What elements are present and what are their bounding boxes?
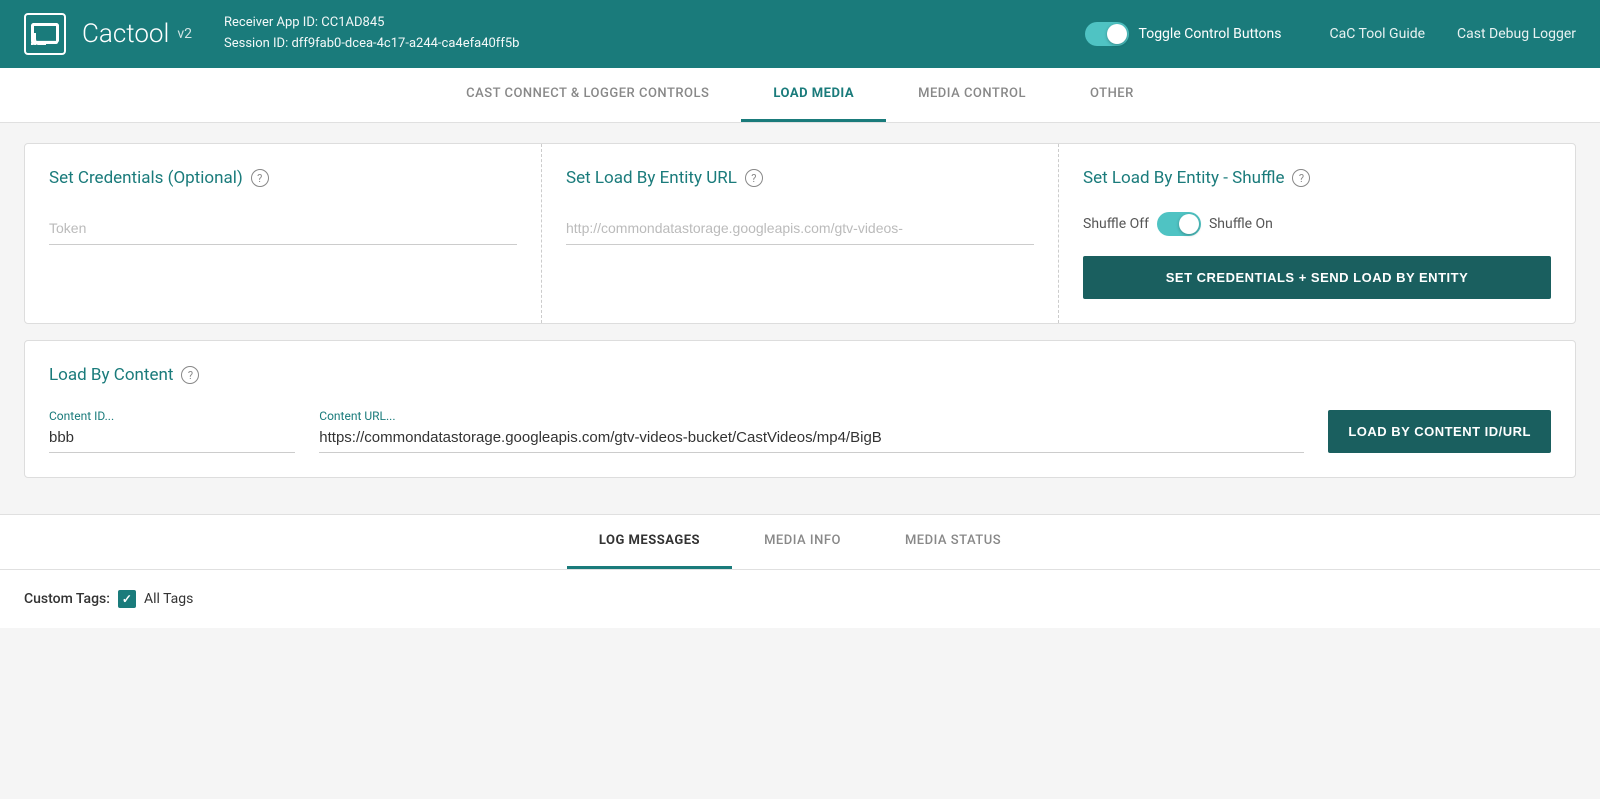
receiver-app-id-line: Receiver App ID: CC1AD845 bbox=[224, 13, 1053, 34]
tab-load-media[interactable]: LOAD MEDIA bbox=[741, 68, 886, 122]
tab-cast-connect[interactable]: CAST CONNECT & LOGGER CONTROLS bbox=[434, 68, 741, 122]
main-tabs: CAST CONNECT & LOGGER CONTROLS LOAD MEDI… bbox=[0, 68, 1600, 123]
shuffle-toggle[interactable] bbox=[1157, 212, 1201, 236]
content-id-label: Content ID... bbox=[49, 409, 295, 423]
set-credentials-send-load-button[interactable]: SET CREDENTIALS + SEND LOAD BY ENTITY bbox=[1083, 256, 1551, 299]
tab-media-info[interactable]: MEDIA INFO bbox=[732, 515, 873, 569]
load-content-help-icon[interactable]: ? bbox=[181, 366, 199, 384]
toggle-control-area: Toggle Control Buttons bbox=[1085, 22, 1282, 46]
token-input[interactable] bbox=[49, 212, 517, 245]
header: Cactool v2 Receiver App ID: CC1AD845 Ses… bbox=[0, 0, 1600, 68]
tab-log-messages[interactable]: LOG MESSAGES bbox=[567, 515, 732, 569]
cac-tool-guide-link[interactable]: CaC Tool Guide bbox=[1330, 26, 1426, 42]
tab-media-status[interactable]: MEDIA STATUS bbox=[873, 515, 1033, 569]
load-content-title-text: Load By Content bbox=[49, 365, 173, 385]
shuffle-off-label: Shuffle Off bbox=[1083, 216, 1149, 232]
all-tags-label: All Tags bbox=[144, 591, 193, 607]
bottom-tabs: LOG MESSAGES MEDIA INFO MEDIA STATUS bbox=[0, 515, 1600, 570]
header-nav: CaC Tool Guide Cast Debug Logger bbox=[1330, 26, 1577, 42]
credentials-card: Set Credentials (Optional) ? bbox=[25, 144, 542, 323]
entity-shuffle-card: Set Load By Entity - Shuffle ? Shuffle O… bbox=[1059, 144, 1575, 323]
app-version: v2 bbox=[177, 26, 192, 42]
custom-tags-row: Custom Tags: All Tags bbox=[0, 570, 1600, 628]
all-tags-checkbox[interactable] bbox=[118, 590, 136, 608]
custom-tags-label: Custom Tags: bbox=[24, 591, 110, 607]
content-url-group: Content URL... bbox=[319, 409, 1304, 453]
main-content: Set Credentials (Optional) ? Set Load By… bbox=[0, 123, 1600, 514]
bottom-section: LOG MESSAGES MEDIA INFO MEDIA STATUS Cus… bbox=[0, 514, 1600, 628]
content-url-input[interactable] bbox=[319, 429, 1304, 453]
toggle-control-label: Toggle Control Buttons bbox=[1139, 26, 1282, 42]
entity-shuffle-help-icon[interactable]: ? bbox=[1292, 169, 1310, 187]
tab-other[interactable]: OTHER bbox=[1058, 68, 1166, 122]
entity-url-input[interactable] bbox=[566, 212, 1034, 245]
credentials-help-icon[interactable]: ? bbox=[251, 169, 269, 187]
entity-url-card: Set Load By Entity URL ? bbox=[542, 144, 1059, 323]
load-by-content-button[interactable]: LOAD BY CONTENT ID/URL bbox=[1328, 410, 1551, 453]
entity-url-title-text: Set Load By Entity URL bbox=[566, 168, 737, 188]
entity-url-card-title: Set Load By Entity URL ? bbox=[566, 168, 1034, 188]
toggle-control-switch[interactable] bbox=[1085, 22, 1129, 46]
credentials-card-title: Set Credentials (Optional) ? bbox=[49, 168, 517, 188]
load-content-card: Load By Content ? Content ID... Content … bbox=[24, 340, 1576, 478]
session-id-label: Session ID: bbox=[224, 36, 288, 51]
receiver-app-id-label: Receiver App ID: bbox=[224, 15, 318, 30]
cast-icon bbox=[24, 13, 66, 55]
shuffle-row: Shuffle Off Shuffle On bbox=[1083, 212, 1551, 236]
receiver-app-id: CC1AD845 bbox=[321, 15, 384, 30]
entity-shuffle-title-text: Set Load By Entity - Shuffle bbox=[1083, 168, 1284, 188]
header-logo: Cactool v2 bbox=[24, 13, 192, 55]
entity-shuffle-card-title: Set Load By Entity - Shuffle ? bbox=[1083, 168, 1551, 188]
session-info: Receiver App ID: CC1AD845 Session ID: df… bbox=[224, 13, 1053, 55]
credentials-title-text: Set Credentials (Optional) bbox=[49, 168, 243, 188]
content-id-input[interactable] bbox=[49, 429, 295, 453]
content-url-label: Content URL... bbox=[319, 409, 1304, 423]
app-name: Cactool bbox=[82, 19, 169, 49]
cards-row: Set Credentials (Optional) ? Set Load By… bbox=[24, 143, 1576, 324]
cast-debug-logger-link[interactable]: Cast Debug Logger bbox=[1457, 26, 1576, 42]
shuffle-on-label: Shuffle On bbox=[1209, 216, 1273, 232]
load-content-fields: Content ID... Content URL... LOAD BY CON… bbox=[49, 409, 1551, 453]
session-id: dff9fab0-dcea-4c17-a244-ca4efa40ff5b bbox=[291, 36, 519, 51]
load-content-card-title: Load By Content ? bbox=[49, 365, 1551, 385]
session-id-line: Session ID: dff9fab0-dcea-4c17-a244-ca4e… bbox=[224, 34, 1053, 55]
content-id-group: Content ID... bbox=[49, 409, 295, 453]
tab-media-control[interactable]: MEDIA CONTROL bbox=[886, 68, 1058, 122]
entity-url-help-icon[interactable]: ? bbox=[745, 169, 763, 187]
